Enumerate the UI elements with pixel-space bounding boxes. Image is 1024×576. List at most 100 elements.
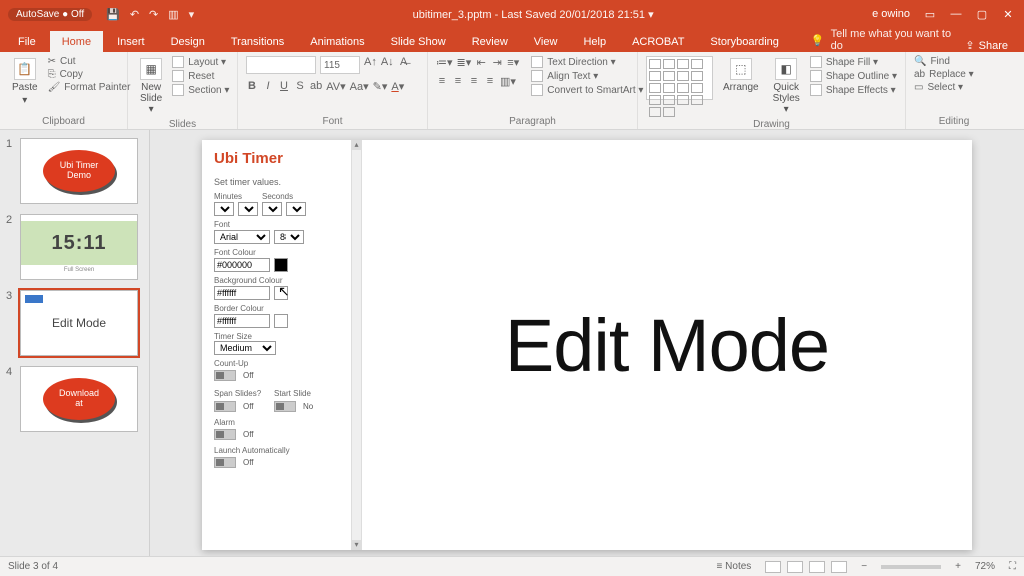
tab-review[interactable]: Review — [460, 31, 520, 52]
thumbnail-slide-1[interactable]: Ubi Timer Demo — [20, 138, 138, 204]
launch-toggle[interactable] — [214, 457, 236, 468]
tab-design[interactable]: Design — [159, 31, 217, 52]
minutes-tens-select[interactable]: 2 — [214, 202, 234, 216]
clear-formatting-icon[interactable]: A̶ — [398, 56, 410, 74]
font-colour-swatch[interactable] — [274, 258, 288, 272]
tell-me-search[interactable]: 💡 Tell me what you want to do — [793, 28, 954, 52]
layout-button[interactable]: Layout ▾ — [172, 56, 229, 68]
cut-button[interactable]: ✂Cut — [48, 56, 131, 67]
new-slide-button[interactable]: ▦ New Slide ▾ — [136, 56, 166, 117]
align-center-button[interactable]: ≡ — [452, 75, 464, 88]
pane-scrollbar[interactable]: ▴ ▾ — [351, 140, 361, 550]
shapes-gallery[interactable] — [646, 56, 713, 100]
increase-indent-button[interactable]: ⇥ — [491, 56, 503, 69]
shape-fill-button[interactable]: Shape Fill ▾ — [810, 56, 897, 68]
normal-view-button[interactable] — [765, 561, 781, 573]
select-button[interactable]: ▭Select ▾ — [914, 82, 974, 93]
highlight-button[interactable]: ✎▾ — [373, 80, 388, 93]
char-spacing-button[interactable]: AV▾ — [326, 80, 345, 93]
strikethrough-button[interactable]: S — [294, 80, 306, 93]
format-painter-button[interactable]: 🖌Format Painter — [48, 82, 131, 93]
slideshow-view-button[interactable] — [831, 561, 847, 573]
shape-effects-button[interactable]: Shape Effects ▾ — [810, 84, 897, 96]
quick-styles-button[interactable]: ◧ Quick Styles ▾ — [769, 56, 804, 117]
tab-animations[interactable]: Animations — [298, 31, 376, 52]
close-icon[interactable]: ✕ — [1002, 8, 1014, 21]
scroll-up-icon[interactable]: ▴ — [352, 140, 361, 150]
zoom-in-button[interactable]: + — [955, 561, 961, 572]
font-size-select[interactable]: 115 — [320, 56, 360, 74]
thumbnail-slide-4[interactable]: Download at — [20, 366, 138, 432]
font-size-select-pane[interactable]: 88 — [274, 230, 304, 244]
start-slide-toggle[interactable] — [274, 401, 296, 412]
numbering-button[interactable]: ≣▾ — [457, 56, 472, 69]
font-family-select[interactable] — [246, 56, 316, 74]
tab-help[interactable]: Help — [571, 31, 618, 52]
convert-smartart-button[interactable]: Convert to SmartArt ▾ — [531, 84, 643, 96]
thumbnail-slide-2[interactable]: 15:11 Full Screen — [20, 214, 138, 280]
decrease-font-icon[interactable]: A↓ — [381, 56, 394, 74]
text-direction-button[interactable]: Text Direction ▾ — [531, 56, 643, 68]
change-case-button[interactable]: Aa▾ — [350, 80, 369, 93]
zoom-out-button[interactable]: − — [861, 561, 867, 572]
countup-toggle[interactable] — [214, 370, 236, 381]
tab-storyboarding[interactable]: Storyboarding — [698, 31, 791, 52]
font-colour-input[interactable] — [214, 258, 270, 272]
seconds-tens-select[interactable]: 1 — [262, 202, 282, 216]
share-button[interactable]: ⇪ Share — [955, 39, 1018, 52]
scroll-down-icon[interactable]: ▾ — [352, 540, 361, 550]
alarm-toggle[interactable] — [214, 429, 236, 440]
find-button[interactable]: 🔍Find — [914, 56, 974, 67]
border-colour-input[interactable] — [214, 314, 270, 328]
start-from-beginning-icon[interactable]: ▥ — [168, 8, 178, 21]
bold-button[interactable]: B — [246, 80, 258, 93]
tab-file[interactable]: File — [6, 31, 48, 52]
maximize-icon[interactable]: ▢ — [976, 8, 988, 21]
slide-title-text[interactable]: Edit Mode — [505, 303, 829, 388]
minutes-ones-select[interactable]: 0 — [238, 202, 258, 216]
thumbnail-slide-3[interactable]: Edit Mode — [20, 290, 138, 356]
bg-colour-input[interactable] — [214, 286, 270, 300]
replace-button[interactable]: abReplace ▾ — [914, 69, 974, 80]
italic-button[interactable]: I — [262, 80, 274, 93]
tab-home[interactable]: Home — [50, 31, 103, 52]
underline-button[interactable]: U — [278, 80, 290, 93]
line-spacing-button[interactable]: ≡▾ — [507, 56, 519, 69]
slide-canvas-area[interactable]: Ubi Timer Set timer values. Minutes Seco… — [150, 130, 1024, 556]
arrange-button[interactable]: ⬚ Arrange — [719, 56, 763, 95]
redo-icon[interactable]: ↷ — [149, 8, 158, 21]
timer-size-select[interactable]: Medium — [214, 341, 276, 355]
zoom-level[interactable]: 72% — [975, 561, 995, 572]
reset-button[interactable]: Reset — [172, 70, 229, 82]
tab-view[interactable]: View — [522, 31, 570, 52]
seconds-ones-select[interactable]: 0 — [286, 202, 306, 216]
font-select[interactable]: Arial — [214, 230, 270, 244]
autosave-toggle[interactable]: AutoSave ● Off — [8, 8, 92, 21]
shape-outline-button[interactable]: Shape Outline ▾ — [810, 70, 897, 82]
notes-button[interactable]: ≡ Notes — [717, 561, 752, 572]
current-slide[interactable]: Ubi Timer Set timer values. Minutes Seco… — [202, 140, 972, 550]
fit-to-window-button[interactable]: ⛶ — [1009, 561, 1016, 572]
zoom-slider[interactable] — [881, 565, 941, 569]
bullets-button[interactable]: ≔▾ — [436, 56, 453, 69]
minimize-icon[interactable]: — — [950, 8, 962, 20]
slide-indicator[interactable]: Slide 3 of 4 — [8, 561, 58, 572]
columns-button[interactable]: ▥▾ — [500, 75, 516, 88]
span-slides-toggle[interactable] — [214, 401, 236, 412]
paste-button[interactable]: 📋 Paste ▾ — [8, 56, 42, 108]
copy-button[interactable]: ⎘Copy — [48, 69, 131, 80]
ribbon-options-icon[interactable]: ▭ — [924, 8, 936, 21]
shadow-button[interactable]: ab — [310, 80, 322, 93]
justify-button[interactable]: ≡ — [484, 75, 496, 88]
tab-transitions[interactable]: Transitions — [219, 31, 296, 52]
undo-icon[interactable]: ↶ — [130, 8, 139, 21]
user-name[interactable]: e owino — [872, 8, 910, 20]
save-icon[interactable]: 💾 — [106, 8, 120, 21]
align-right-button[interactable]: ≡ — [468, 75, 480, 88]
sorter-view-button[interactable] — [787, 561, 803, 573]
align-left-button[interactable]: ≡ — [436, 75, 448, 88]
align-text-button[interactable]: Align Text ▾ — [531, 70, 643, 82]
section-button[interactable]: Section ▾ — [172, 84, 229, 96]
tab-acrobat[interactable]: ACROBAT — [620, 31, 696, 52]
tab-slideshow[interactable]: Slide Show — [379, 31, 458, 52]
